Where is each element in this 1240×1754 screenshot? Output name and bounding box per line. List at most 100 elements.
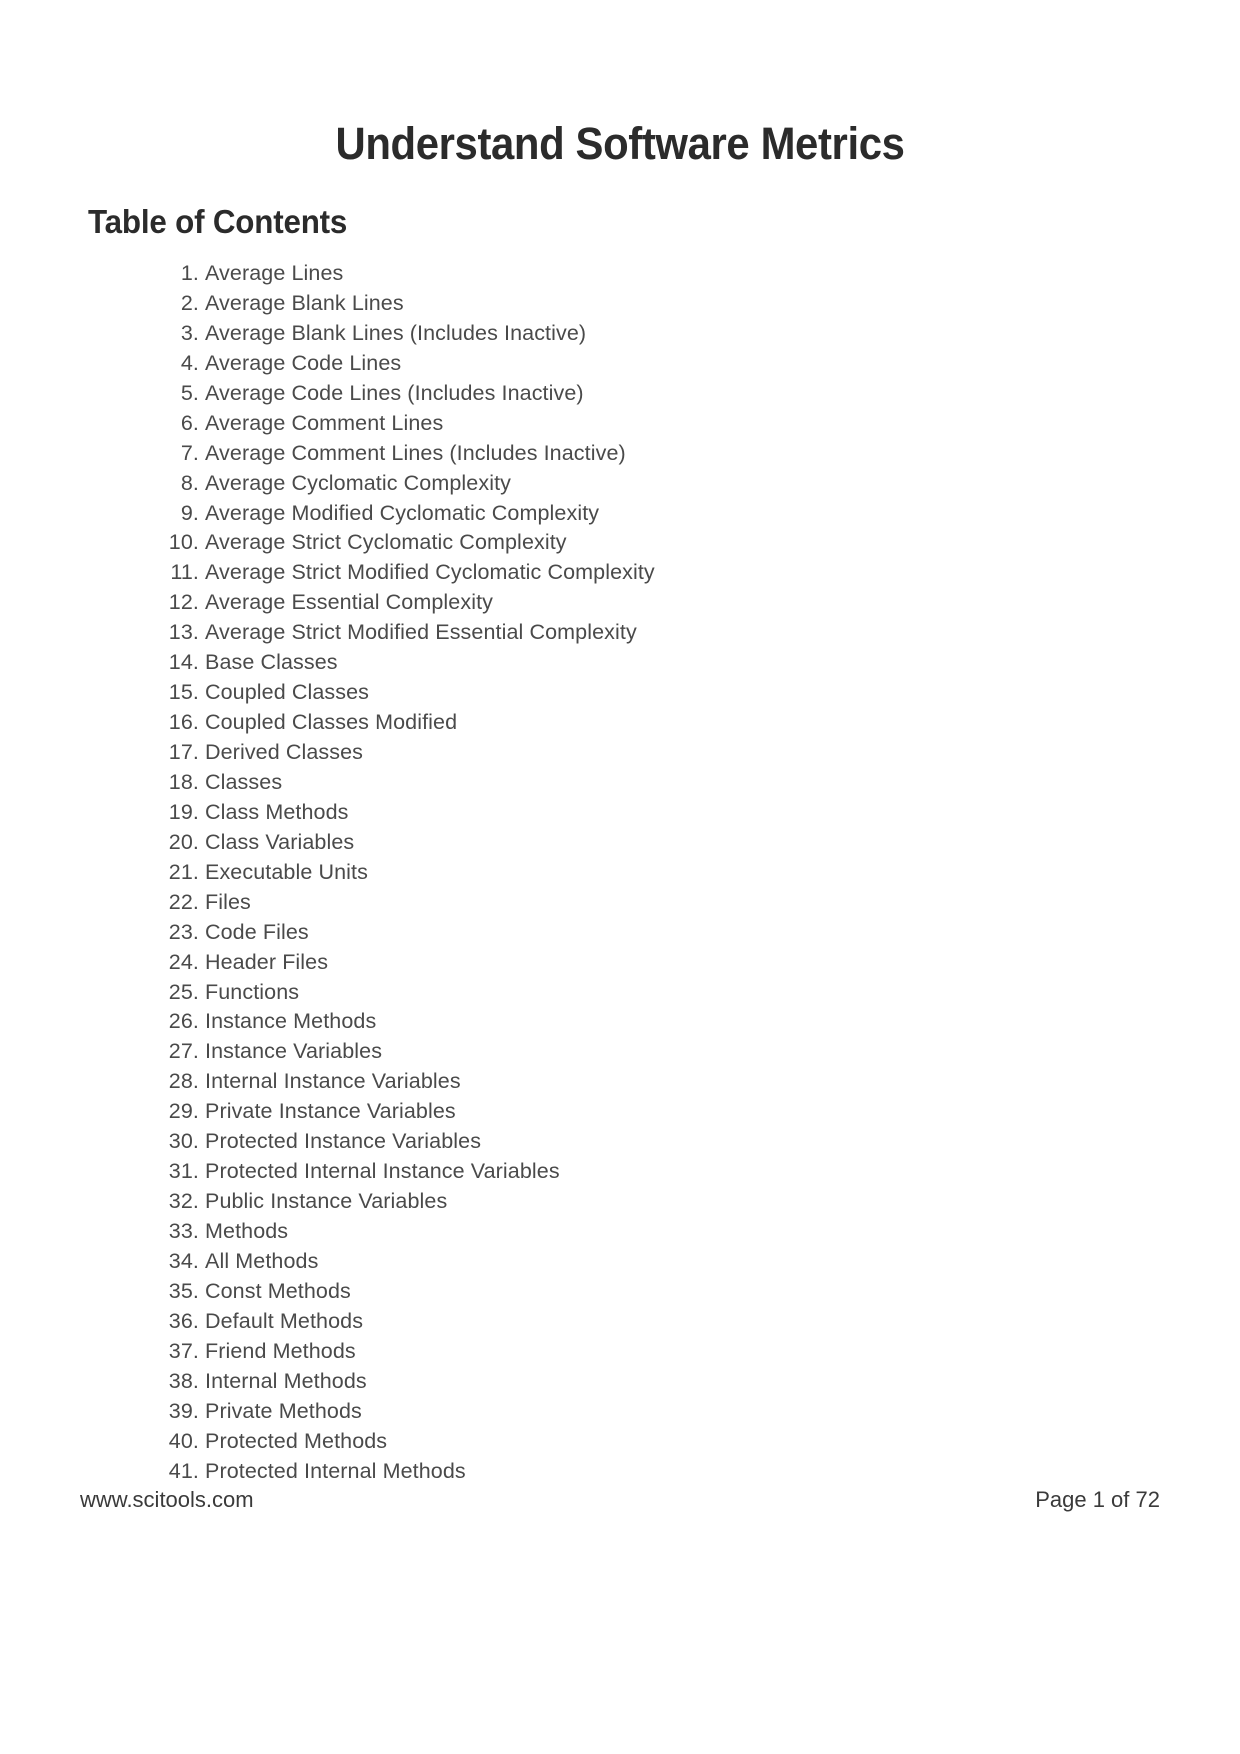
toc-entry[interactable]: 22. Files xyxy=(40,888,1240,918)
toc-entry-number: 10. xyxy=(168,530,199,555)
toc-entry[interactable]: 41. Protected Internal Methods xyxy=(40,1457,1240,1487)
toc-entry[interactable]: 35. Const Methods xyxy=(40,1277,1240,1307)
toc-entry-label[interactable]: Average Modified Cyclomatic Complexity xyxy=(203,499,599,529)
toc-entry-label[interactable]: Average Strict Cyclomatic Complexity xyxy=(203,528,567,558)
toc-entry-label[interactable]: Header Files xyxy=(203,948,328,978)
toc-entry[interactable]: 36. Default Methods xyxy=(40,1307,1240,1337)
toc-entry-label[interactable]: Private Methods xyxy=(203,1397,362,1427)
page-footer: www.scitools.com Page 1 of 72 xyxy=(80,1487,1160,1513)
toc-entry[interactable]: 17. Derived Classes xyxy=(40,738,1240,768)
toc-entry-label[interactable]: Executable Units xyxy=(203,858,368,888)
toc-entry[interactable]: 21. Executable Units xyxy=(40,858,1240,888)
toc-entry-label[interactable]: Methods xyxy=(203,1217,288,1247)
toc-entry-label[interactable]: All Methods xyxy=(203,1247,318,1277)
toc-entry[interactable]: 9. Average Modified Cyclomatic Complexity xyxy=(40,499,1240,529)
toc-entry[interactable]: 3. Average Blank Lines (Includes Inactive… xyxy=(40,319,1240,349)
toc-entry-label[interactable]: Average Comment Lines (Includes Inactive… xyxy=(203,439,626,469)
toc-entry-label[interactable]: Default Methods xyxy=(203,1307,363,1337)
toc-entry-label[interactable]: Protected Internal Methods xyxy=(203,1457,466,1487)
toc-entry-label[interactable]: Classes xyxy=(203,768,282,798)
toc-entry[interactable]: 19. Class Methods xyxy=(40,798,1240,828)
toc-entry-number: 36. xyxy=(168,1308,199,1333)
toc-entry-number: 2. xyxy=(180,290,199,315)
toc-entry[interactable]: 13. Average Strict Modified Essential Com… xyxy=(40,618,1240,648)
toc-entry-label[interactable]: Average Code Lines xyxy=(203,349,401,379)
toc-entry[interactable]: 31. Protected Internal Instance Variables xyxy=(40,1157,1240,1187)
toc-entry[interactable]: 1. Average Lines xyxy=(40,259,1240,289)
toc-entry-label[interactable]: Internal Methods xyxy=(203,1367,367,1397)
toc-entry-label[interactable]: Instance Methods xyxy=(203,1007,376,1037)
toc-entry-label[interactable]: Protected Instance Variables xyxy=(203,1127,481,1157)
toc-entry-label[interactable]: Average Essential Complexity xyxy=(203,588,493,618)
toc-entry[interactable]: 34. All Methods xyxy=(40,1247,1240,1277)
toc-entry[interactable]: 6. Average Comment Lines xyxy=(40,409,1240,439)
toc-entry-label[interactable]: Base Classes xyxy=(203,648,338,678)
toc-entry-number: 40. xyxy=(168,1428,199,1453)
toc-entry-number: 17. xyxy=(168,740,199,764)
toc-entry[interactable]: 12. Average Essential Complexity xyxy=(40,588,1240,618)
toc-entry-label[interactable]: Const Methods xyxy=(203,1277,351,1307)
toc-entry[interactable]: 26. Instance Methods xyxy=(40,1007,1240,1037)
toc-entry-label[interactable]: Average Blank Lines xyxy=(203,289,404,319)
toc-entry-label[interactable]: Protected Internal Instance Variables xyxy=(203,1157,560,1187)
toc-entry-number: 8. xyxy=(180,470,199,495)
toc-entry[interactable]: 38. Internal Methods xyxy=(40,1367,1240,1397)
toc-entry[interactable]: 2. Average Blank Lines xyxy=(40,289,1240,319)
toc-entry[interactable]: 39. Private Methods xyxy=(40,1397,1240,1427)
toc-entry[interactable]: 20. Class Variables xyxy=(40,828,1240,858)
toc-entry-number: 27. xyxy=(168,1039,199,1064)
toc-entry-number: 41. xyxy=(168,1458,199,1483)
toc-entry-label[interactable]: Class Variables xyxy=(203,828,354,858)
toc-entry-label[interactable]: Coupled Classes Modified xyxy=(203,708,457,738)
toc-entry-label[interactable]: Average Lines xyxy=(203,259,343,289)
toc-entry[interactable]: 8. Average Cyclomatic Complexity xyxy=(40,469,1240,499)
page-title: Understand Software Metrics xyxy=(335,118,905,170)
toc-entry-label[interactable]: Average Comment Lines xyxy=(203,409,443,439)
toc-entry-label[interactable]: Average Strict Modified Cyclomatic Compl… xyxy=(203,558,655,588)
toc-entry[interactable]: 37. Friend Methods xyxy=(40,1337,1240,1367)
toc-entry[interactable]: 11. Average Strict Modified Cyclomatic Co… xyxy=(40,558,1240,588)
table-of-contents-heading: Table of Contents xyxy=(88,203,348,241)
toc-entry[interactable]: 40. Protected Methods xyxy=(40,1427,1240,1457)
toc-entry[interactable]: 4. Average Code Lines xyxy=(40,349,1240,379)
toc-entry[interactable]: 7. Average Comment Lines (Includes Inacti… xyxy=(40,439,1240,469)
toc-entry[interactable]: 23. Code Files xyxy=(40,918,1240,948)
toc-entry[interactable]: 10. Average Strict Cyclomatic Complexity xyxy=(40,528,1240,558)
toc-entry-label[interactable]: Public Instance Variables xyxy=(203,1187,447,1217)
toc-entry-label[interactable]: Average Cyclomatic Complexity xyxy=(203,469,511,499)
toc-entry-label[interactable]: Derived Classes xyxy=(203,738,363,768)
toc-entry-number: 4. xyxy=(180,350,199,375)
document-page: Understand Software Metrics Table of Con… xyxy=(0,0,1240,1754)
toc-entry-label[interactable]: Class Methods xyxy=(203,798,349,828)
toc-entry-label[interactable]: Average Code Lines (Includes Inactive) xyxy=(203,379,584,409)
toc-entry-number: 20. xyxy=(168,829,199,854)
toc-entry[interactable]: 29. Private Instance Variables xyxy=(40,1097,1240,1127)
toc-entry[interactable]: 14. Base Classes xyxy=(40,648,1240,678)
toc-entry-label[interactable]: Average Blank Lines (Includes Inactive) xyxy=(203,319,586,349)
toc-entry[interactable]: 33. Methods xyxy=(40,1217,1240,1247)
toc-entry-number: 29. xyxy=(168,1099,199,1124)
toc-entry-label[interactable]: Instance Variables xyxy=(203,1037,382,1067)
footer-website[interactable]: www.scitools.com xyxy=(80,1487,254,1513)
toc-entry[interactable]: 25. Functions xyxy=(40,978,1240,1008)
toc-entry-label[interactable]: Protected Methods xyxy=(203,1427,387,1457)
toc-entry[interactable]: 15. Coupled Classes xyxy=(40,678,1240,708)
toc-entry[interactable]: 30. Protected Instance Variables xyxy=(40,1127,1240,1157)
toc-entry[interactable]: 5. Average Code Lines (Includes Inactive) xyxy=(40,379,1240,409)
toc-entry[interactable]: 18. Classes xyxy=(40,768,1240,798)
footer-page-number: Page 1 of 72 xyxy=(1035,1487,1160,1512)
toc-entry-label[interactable]: Friend Methods xyxy=(203,1337,356,1367)
toc-entry[interactable]: 24. Header Files xyxy=(40,948,1240,978)
toc-entry[interactable]: 16. Coupled Classes Modified xyxy=(40,708,1240,738)
toc-entry-label[interactable]: Functions xyxy=(203,978,299,1008)
toc-entry[interactable]: 32. Public Instance Variables xyxy=(40,1187,1240,1217)
toc-entry-number: 31. xyxy=(168,1159,199,1184)
toc-entry-label[interactable]: Coupled Classes xyxy=(203,678,369,708)
toc-entry[interactable]: 27. Instance Variables xyxy=(40,1037,1240,1067)
toc-entry-label[interactable]: Average Strict Modified Essential Comple… xyxy=(203,618,637,648)
toc-entry-label[interactable]: Files xyxy=(203,888,251,918)
toc-entry[interactable]: 28. Internal Instance Variables xyxy=(40,1067,1240,1097)
toc-entry-label[interactable]: Internal Instance Variables xyxy=(203,1067,461,1097)
toc-entry-label[interactable]: Private Instance Variables xyxy=(203,1097,456,1127)
toc-entry-label[interactable]: Code Files xyxy=(203,918,309,948)
